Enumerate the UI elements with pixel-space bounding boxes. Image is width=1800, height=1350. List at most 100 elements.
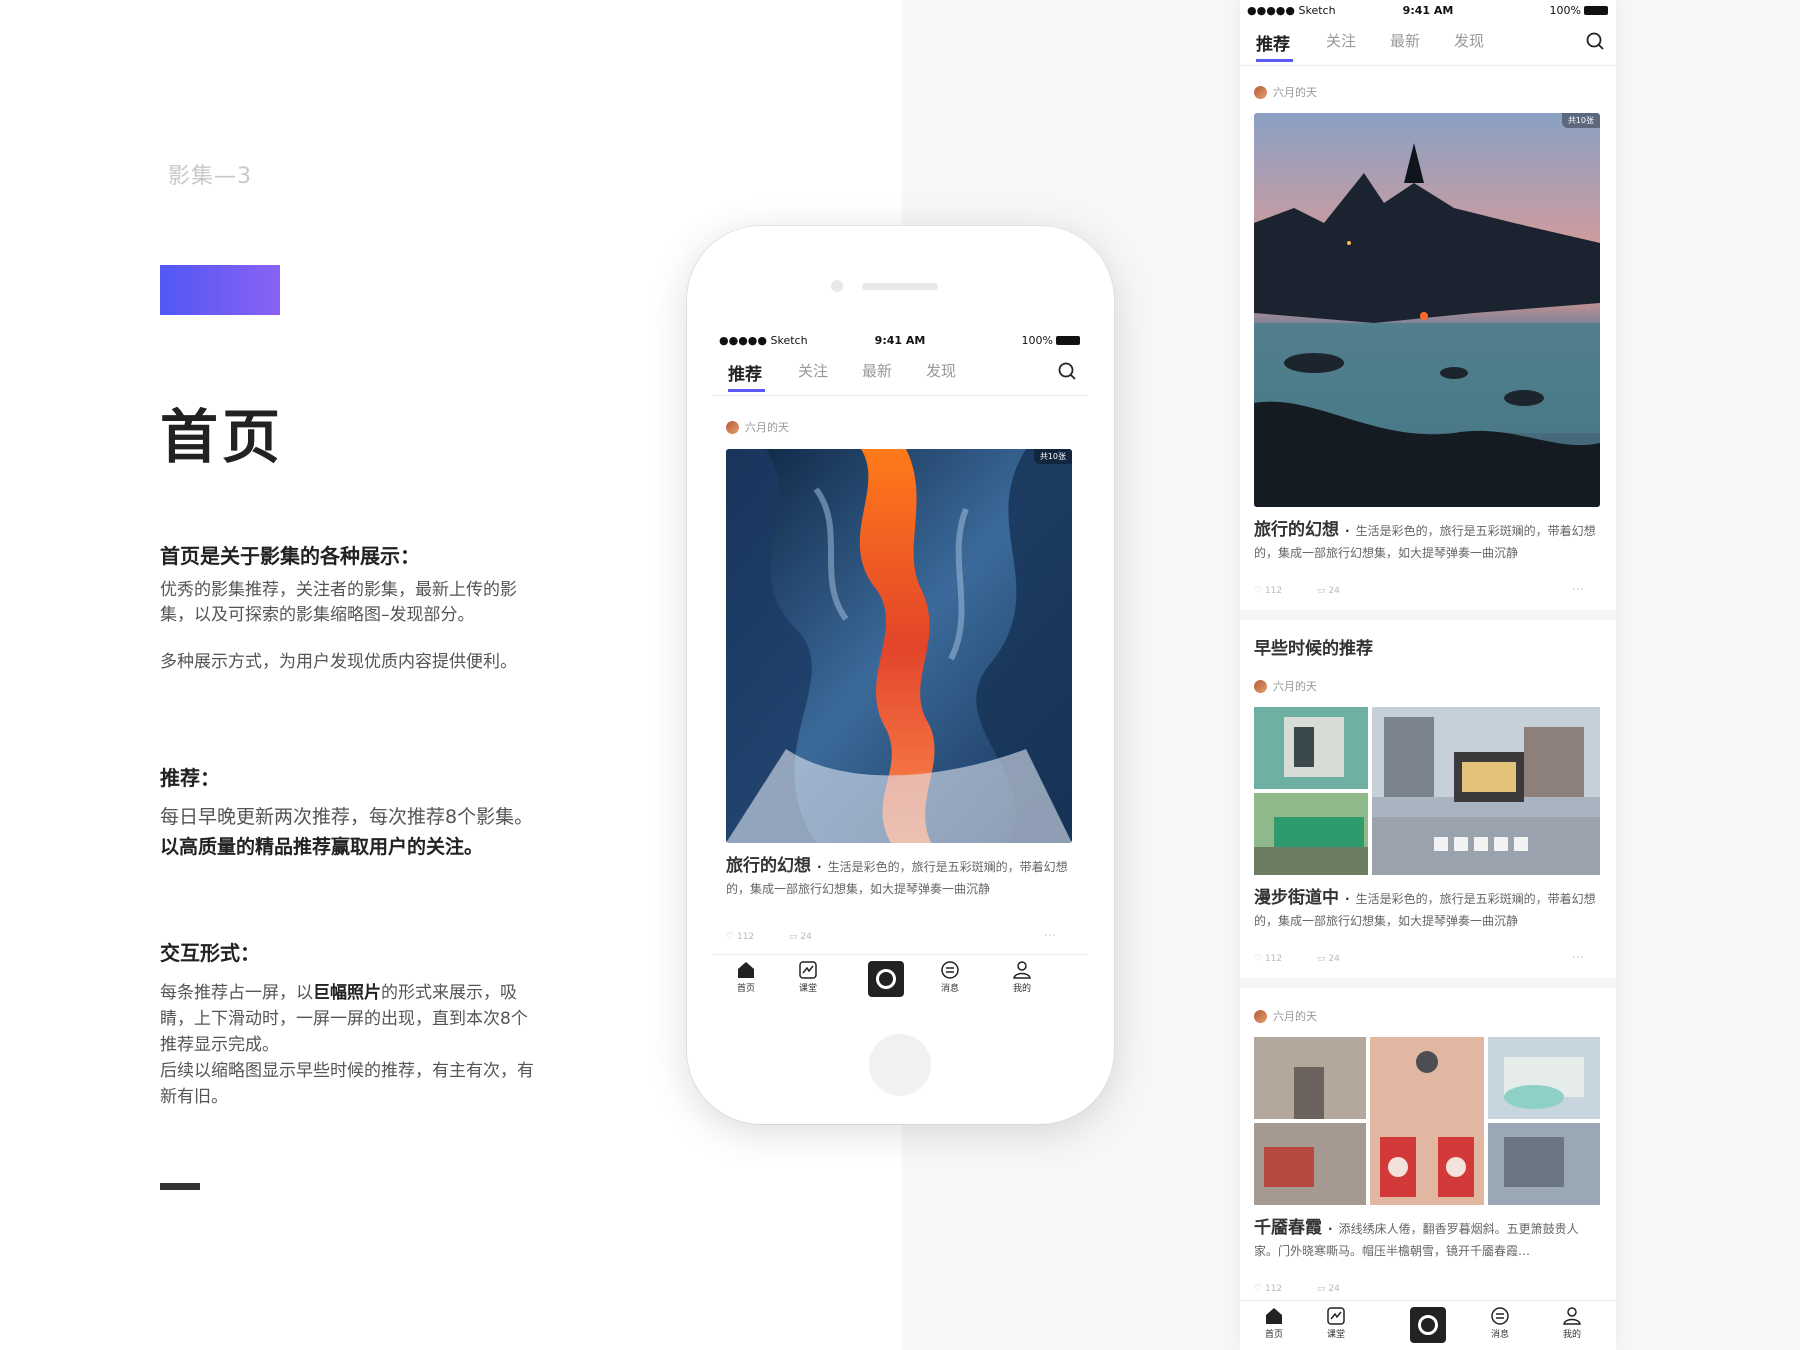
nav-home[interactable]: 首页 xyxy=(1254,1307,1294,1340)
message-icon xyxy=(941,961,959,979)
para-variety: 多种展示方式，为用户发现优质内容提供便利。 xyxy=(160,652,517,672)
gradient-block xyxy=(160,265,280,315)
post1-title[interactable]: 旅行的幻想 xyxy=(726,856,811,876)
canyon-photo xyxy=(726,449,1072,843)
para-intro: 优秀的影集推荐，关注者的影集，最新上传的影集，以及可探索的影集缩略图–发现部分。 xyxy=(160,580,517,625)
post3-meta: ♡ 112 ▭ 24 xyxy=(1254,1284,1600,1298)
tab-follow[interactable]: 关注 xyxy=(798,360,828,381)
photo-count-badge: 共10张 xyxy=(1561,113,1600,128)
more-button[interactable]: ··· xyxy=(1572,583,1584,598)
comment-button[interactable]: ▭ 24 xyxy=(1317,1284,1356,1294)
post2-meta: ♡ 112 ▭ 24 ··· xyxy=(1254,951,1600,968)
tab-recommend[interactable]: 推荐 xyxy=(1256,30,1290,55)
author[interactable]: 六月的天 xyxy=(1254,1008,1317,1024)
author-name[interactable]: 六月的天 xyxy=(1273,1008,1317,1024)
tab-latest[interactable]: 最新 xyxy=(862,360,892,381)
tab-discover[interactable]: 发现 xyxy=(926,360,956,381)
coast-photo xyxy=(1254,113,1600,507)
camera-button[interactable] xyxy=(868,961,904,997)
like-button[interactable]: ♡ 112 xyxy=(726,932,770,942)
avatar[interactable] xyxy=(726,420,739,434)
post1-meta: ♡ 112 ▭ 24 ··· xyxy=(726,929,1072,946)
comment-count: 24 xyxy=(1328,954,1340,964)
battery-text: 100% xyxy=(1549,4,1581,17)
nav-profile[interactable]: 我的 xyxy=(1002,961,1042,994)
author[interactable]: 六月的天 xyxy=(1254,84,1317,100)
post1-text[interactable]: 旅行的幻想 · 生活是彩色的，旅行是五彩斑斓的，带着幻想的，集成一部旅行幻想集，如大… xyxy=(1254,519,1600,564)
like-count: 112 xyxy=(1264,954,1283,964)
hero-photo[interactable]: 共10张 xyxy=(726,449,1072,843)
nav-messages-label: 消息 xyxy=(1490,1330,1509,1340)
para-recommend: 每日早晚更新两次推荐，每次推荐8个影集。以高质量的精品推荐赢取用户的关注。 xyxy=(160,802,540,862)
comment-count: 24 xyxy=(1328,1284,1340,1294)
post3-title[interactable]: 千靥春霞 xyxy=(1254,1218,1322,1238)
tab-latest[interactable]: 最新 xyxy=(1390,30,1420,51)
like-button[interactable]: ♡ 112 xyxy=(1254,586,1298,596)
like-count: 112 xyxy=(1264,1284,1283,1294)
heading-interaction: 交互形式： xyxy=(160,941,260,965)
more-button[interactable]: ··· xyxy=(1044,929,1056,944)
author-name[interactable]: 六月的天 xyxy=(745,419,789,435)
top-tabs: 推荐 关注 最新 发现 xyxy=(712,350,1088,396)
status-bar: ●●●●● Sketch 9:41 AM 100% xyxy=(1240,0,1616,20)
battery-indicator: 100% xyxy=(1550,4,1608,17)
section-separator xyxy=(1240,610,1616,620)
avatar[interactable] xyxy=(1254,679,1267,693)
nav-home[interactable]: 首页 xyxy=(726,961,766,994)
comment-count: 24 xyxy=(1328,586,1340,596)
post1-text[interactable]: 旅行的幻想 · 生活是彩色的，旅行是五彩斑斓的，带着幻想的，集成一部旅行幻想集，如大… xyxy=(726,855,1072,900)
nav-class[interactable]: 课堂 xyxy=(1316,1307,1356,1340)
para-interaction: 每条推荐占一屏，以巨幅照片的形式来展示，吸睛，上下滑动时，一屏一屏的出现，直到本… xyxy=(160,980,540,1058)
hero-photo[interactable]: 共10张 xyxy=(1254,113,1600,507)
nav-class-label: 课堂 xyxy=(798,984,817,994)
camera-icon xyxy=(1418,1315,1438,1335)
tab-underline xyxy=(1256,59,1293,62)
search-icon[interactable] xyxy=(1058,362,1076,380)
post3-text[interactable]: 千靥春霞 · 添线绣床人倦，翻香罗暮烟斜。五更箫鼓贵人家。门外晓寒嘶马。帽压半檐朝雪… xyxy=(1254,1217,1600,1262)
phone-home-button[interactable] xyxy=(869,1034,931,1096)
bottom-nav: 首页 课堂 消息 我的 xyxy=(712,954,1088,1000)
author-name[interactable]: 六月的天 xyxy=(1273,678,1317,694)
avatar[interactable] xyxy=(1254,1009,1267,1023)
nav-messages[interactable]: 消息 xyxy=(1480,1307,1520,1340)
camera-button[interactable] xyxy=(1410,1307,1446,1343)
nav-home-label: 首页 xyxy=(736,984,755,994)
post1-title[interactable]: 旅行的幻想 xyxy=(1254,520,1339,540)
more-button[interactable]: ··· xyxy=(1572,951,1584,966)
battery-indicator: 100% xyxy=(1022,334,1080,347)
comment-button[interactable]: ▭ 24 xyxy=(1317,586,1356,596)
tab-discover[interactable]: 发现 xyxy=(1454,30,1484,51)
phone-screen: ●●●●● Sketch 9:41 AM 100% 推荐 关注 最新 发现 六月… xyxy=(712,330,1088,1000)
photo-grid-city[interactable] xyxy=(1254,1037,1600,1205)
nav-messages[interactable]: 消息 xyxy=(930,961,970,994)
avatar[interactable] xyxy=(1254,85,1267,99)
search-icon[interactable] xyxy=(1586,32,1604,50)
comment-button[interactable]: ▭ 24 xyxy=(1317,954,1356,964)
comment-button[interactable]: ▭ 24 xyxy=(789,932,828,942)
author-name[interactable]: 六月的天 xyxy=(1273,84,1317,100)
like-button[interactable]: ♡ 112 xyxy=(1254,1284,1298,1294)
section-title: 早些时候的推荐 xyxy=(1254,639,1373,659)
nav-class[interactable]: 课堂 xyxy=(788,961,828,994)
author[interactable]: 六月的天 xyxy=(1254,678,1317,694)
nav-home-label: 首页 xyxy=(1264,1330,1283,1340)
like-button[interactable]: ♡ 112 xyxy=(1254,954,1298,964)
page-title: 首页 xyxy=(160,403,285,471)
camera-icon xyxy=(876,969,896,989)
section-separator xyxy=(1240,978,1616,988)
tab-recommend[interactable]: 推荐 xyxy=(728,360,762,385)
title-separator: · xyxy=(1345,524,1350,538)
tab-follow[interactable]: 关注 xyxy=(1326,30,1356,51)
photo-grid-street[interactable] xyxy=(1254,707,1600,875)
nav-profile-label: 我的 xyxy=(1012,984,1031,994)
para-interaction-a: 每条推荐占一屏，以 xyxy=(160,983,313,1003)
heading-intro: 首页是关于影集的各种展示： xyxy=(160,544,420,568)
nav-profile[interactable]: 我的 xyxy=(1552,1307,1592,1340)
status-bar: ●●●●● Sketch 9:41 AM 100% xyxy=(712,330,1088,350)
post2-text[interactable]: 漫步街道中 · 生活是彩色的，旅行是五彩斑斓的，带着幻想的，集成一部旅行幻想集，如大… xyxy=(1254,887,1600,932)
message-icon xyxy=(1491,1307,1509,1325)
nav-messages-label: 消息 xyxy=(940,984,959,994)
post2-title[interactable]: 漫步街道中 xyxy=(1254,888,1339,908)
para-interaction-bold: 巨幅照片 xyxy=(313,983,381,1003)
author[interactable]: 六月的天 xyxy=(726,419,789,435)
